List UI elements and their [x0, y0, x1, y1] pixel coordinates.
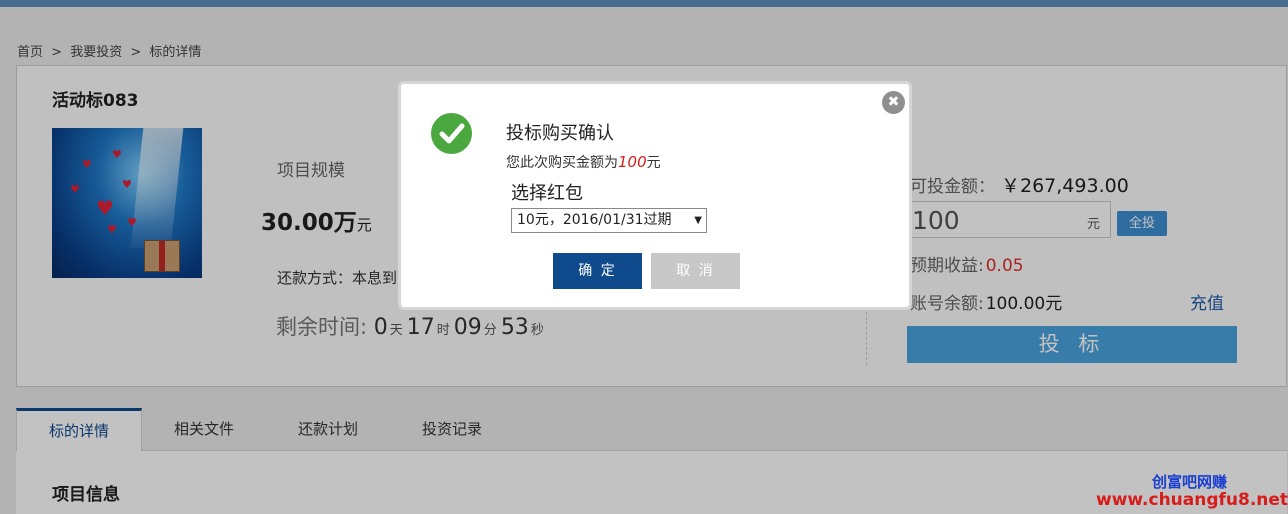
confirm-dialog: ✖ 投标购买确认 您此次购买金额为100元 选择红包 10元，2016/01/3… — [398, 81, 912, 310]
amount-prefix: 您此次购买金额为 — [506, 155, 618, 171]
dropdown-arrow-icon: ▼ — [694, 215, 702, 226]
watermark-url: www.chuangfu8.net — [1096, 490, 1288, 510]
redpack-label: 选择红包 — [511, 183, 583, 204]
redpack-selected-value: 10元，2016/01/31过期 — [517, 212, 672, 228]
check-icon — [431, 113, 472, 154]
close-icon[interactable]: ✖ — [882, 91, 905, 114]
amount-suffix: 元 — [646, 155, 661, 171]
redpack-select[interactable]: 10元，2016/01/31过期 ▼ — [511, 208, 707, 233]
dialog-title: 投标购买确认 — [506, 123, 614, 144]
watermark-text: 创富吧网赚 — [1152, 473, 1228, 491]
cancel-button[interactable]: 取 消 — [651, 253, 740, 289]
amount-value: 100 — [618, 153, 647, 171]
confirm-button[interactable]: 确 定 — [553, 253, 642, 289]
purchase-amount: 您此次购买金额为100元 — [506, 152, 661, 172]
